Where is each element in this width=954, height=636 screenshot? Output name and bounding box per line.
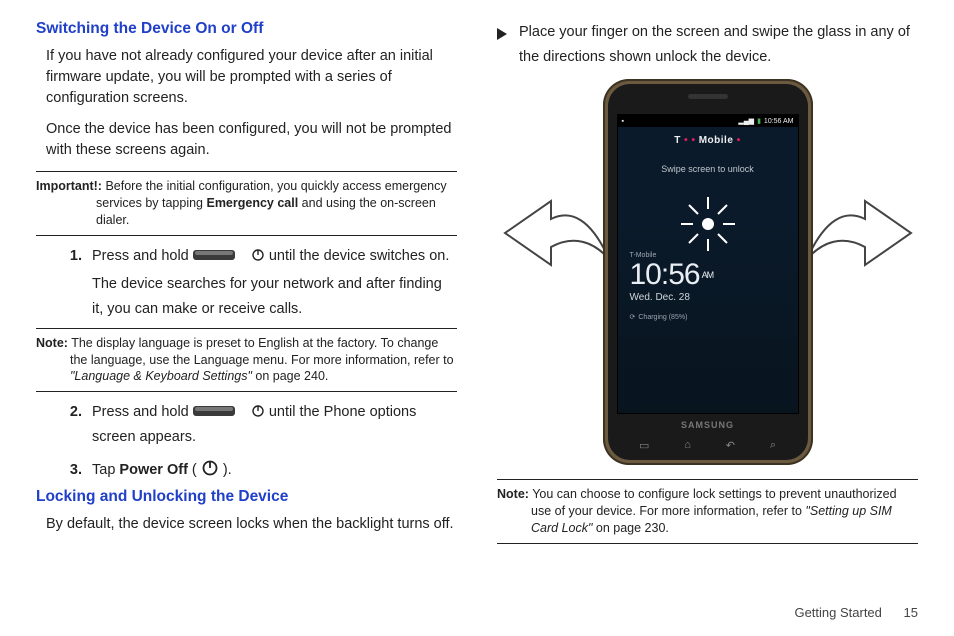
step-text: Tap <box>92 462 119 478</box>
divider <box>36 391 457 392</box>
swipe-instruction: Swipe screen to unlock <box>618 164 798 174</box>
step-text: The device searches for your network and… <box>92 272 457 321</box>
note-bold: Emergency call <box>206 196 298 210</box>
swipe-right-arrow-icon <box>805 189 915 279</box>
important-label: Important!: <box>36 179 102 193</box>
battery-icon: ▮ <box>757 117 761 125</box>
note-text: on page 230. <box>592 521 668 535</box>
power-symbol-icon <box>251 402 265 416</box>
menu-key-icon: ▭ <box>639 439 649 452</box>
step-text: ). <box>219 462 232 478</box>
step-bold: Power Off <box>119 462 187 478</box>
bullet-item: Place your finger on the screen and swip… <box>497 20 918 69</box>
paragraph: If you have not already configured your … <box>46 46 457 109</box>
bullet-text: Place your finger on the screen and swip… <box>519 20 918 69</box>
home-key-icon: ⌂ <box>684 439 691 452</box>
status-bar: ▪ ▂▄▆ ▮ 10:56 AM <box>618 115 798 127</box>
step-number: 2. <box>62 400 82 449</box>
speaker-grille <box>688 94 728 99</box>
important-note: Important!: Before the initial configura… <box>36 178 457 229</box>
note-text: on page 240. <box>252 369 328 383</box>
heading-locking: Locking and Unlocking the Device <box>36 488 457 506</box>
phone-body: ▪ ▂▄▆ ▮ 10:56 AM T • • Mobile • Swipe sc… <box>603 79 813 465</box>
clock-date: Wed. Dec. 28 <box>630 292 798 303</box>
power-off-icon <box>201 459 219 477</box>
step-text: ( <box>188 462 201 478</box>
step-1: 1. Press and hold until the device switc… <box>62 244 457 322</box>
signal-icon: ▂▄▆ <box>738 117 754 125</box>
carrier-logo: T • • Mobile • <box>618 135 798 146</box>
heading-switching: Switching the Device On or Off <box>36 20 457 38</box>
note-text: The display language is preset to Englis… <box>70 336 454 367</box>
footer-page-number: 15 <box>904 605 918 620</box>
back-key-icon: ↶ <box>726 439 735 452</box>
charging-status: ⟳ Charging (85%) <box>630 313 798 321</box>
brand-label: SAMSUNG <box>608 420 808 430</box>
step-text: Press and hold <box>92 248 193 264</box>
nav-buttons: ▭ ⌂ ↶ ⌕ <box>608 439 808 452</box>
right-column: Place your finger on the screen and swip… <box>497 20 918 550</box>
step-number: 3. <box>62 458 82 483</box>
divider <box>497 479 918 480</box>
touch-burst-icon <box>673 189 743 259</box>
lock-clock: T-Mobile 10:56AM Wed. Dec. 28 ⟳ Charging… <box>618 252 798 321</box>
divider <box>36 171 457 172</box>
divider <box>36 328 457 329</box>
power-key-icon <box>193 248 247 262</box>
charging-icon: ⟳ <box>630 313 636 321</box>
status-time: 10:56 AM <box>764 118 794 125</box>
step-2: 2. Press and hold until the Phone option… <box>62 400 457 449</box>
phone-screen: ▪ ▂▄▆ ▮ 10:56 AM T • • Mobile • Swipe sc… <box>617 114 799 414</box>
step-3: 3. Tap Power Off ( ). <box>62 458 457 483</box>
charging-text: Charging (85%) <box>638 314 687 321</box>
status-left: ▪ <box>622 118 624 125</box>
paragraph: Once the device has been configured, you… <box>46 119 457 161</box>
clock-ampm: AM <box>702 270 714 280</box>
note-label: Note: <box>36 336 68 350</box>
divider <box>36 235 457 236</box>
left-column: Switching the Device On or Off If you ha… <box>36 20 457 550</box>
step-text: until the device switches on. <box>269 248 450 264</box>
triangle-bullet-icon <box>497 24 507 69</box>
step-number: 1. <box>62 244 82 322</box>
page-footer: Getting Started 15 <box>794 605 918 620</box>
step-text: Press and hold <box>92 404 193 420</box>
power-key-icon <box>193 404 247 418</box>
swipe-left-arrow-icon <box>501 189 611 279</box>
language-note: Note: The display language is preset to … <box>36 335 457 386</box>
divider <box>497 543 918 544</box>
note-label: Note: <box>497 487 529 501</box>
footer-section: Getting Started <box>794 605 881 620</box>
note-reference: "Language & Keyboard Settings" <box>70 369 252 383</box>
clock-time: 10:56 <box>630 258 700 291</box>
power-symbol-icon <box>251 246 265 260</box>
search-key-icon: ⌕ <box>770 439 776 452</box>
lock-note: Note: You can choose to configure lock s… <box>497 486 918 537</box>
phone-illustration: ▪ ▂▄▆ ▮ 10:56 AM T • • Mobile • Swipe sc… <box>543 79 873 465</box>
paragraph: By default, the device screen locks when… <box>46 514 457 535</box>
